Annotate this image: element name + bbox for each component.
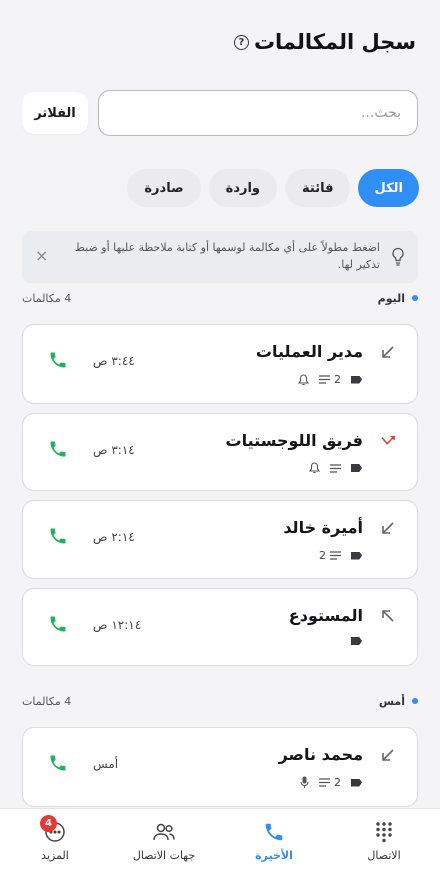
call-card[interactable]: المستودع ١٢:١٤ ص <box>22 588 418 666</box>
outgoing-arrow-icon <box>382 610 394 622</box>
call-meta <box>309 462 362 474</box>
section-count: 4 مكالمات <box>22 291 72 305</box>
notes-count: 2 <box>334 776 341 789</box>
nav-label: الأخيرة <box>255 849 293 862</box>
dialpad-icon <box>376 822 392 843</box>
section-label: أمس <box>379 695 418 708</box>
notes-icon <box>330 551 341 560</box>
tag-icon <box>351 778 362 787</box>
incoming-arrow-icon <box>382 749 394 761</box>
call-time: ٢:١٤ ص <box>93 530 135 544</box>
contact-name: مدير العمليات <box>255 342 363 361</box>
incoming-arrow-icon <box>382 346 394 358</box>
tab-all[interactable]: الكل <box>358 169 419 207</box>
tag-icon <box>351 464 362 472</box>
tag-icon <box>351 375 362 384</box>
notification-badge: 4 <box>40 815 57 832</box>
phone-icon[interactable] <box>48 753 68 773</box>
nav-more[interactable]: 4 المزيد <box>10 815 100 862</box>
phone-icon[interactable] <box>48 439 68 459</box>
tag-icon <box>351 551 362 560</box>
call-meta: 2 <box>319 549 362 562</box>
close-icon[interactable]: × <box>35 246 48 265</box>
search-box[interactable] <box>98 90 418 136</box>
section-yesterday: أمس 4 مكالمات <box>22 692 418 710</box>
mic-icon <box>300 776 309 788</box>
notes-icon <box>319 778 330 787</box>
nav-recents[interactable]: الأخيرة <box>229 821 319 862</box>
nav-label: المزيد <box>41 849 69 862</box>
section-title: أمس <box>378 694 405 708</box>
tab-outgoing[interactable]: صادرة <box>127 169 201 207</box>
call-card[interactable]: أميرة خالد 2 ٢:١٤ ص <box>22 500 418 579</box>
contact-name: المستودع <box>288 606 363 625</box>
notes-icon <box>330 463 341 473</box>
section-title: اليوم <box>377 291 405 305</box>
call-card[interactable]: مدير العمليات 2 ٣:٤٤ ص <box>22 324 418 404</box>
bottom-nav: الاتصال الأخيرة جهات الاتصال 4 المزيد <box>0 808 440 876</box>
notes-count: 2 <box>334 373 341 386</box>
call-time: ١٢:١٤ ص <box>93 618 142 632</box>
call-type-tabs: الكل فائتة واردة صادرة <box>127 169 419 207</box>
phone-icon[interactable] <box>48 526 68 546</box>
section-dot <box>412 295 418 301</box>
tab-missed[interactable]: فائتة <box>285 169 351 207</box>
filters-button[interactable]: الفلاتر <box>22 92 88 134</box>
bell-icon <box>298 373 309 385</box>
header: سجل المكالمات ? <box>24 26 416 58</box>
call-meta: 2 <box>300 776 362 789</box>
section-label: اليوم <box>378 292 418 305</box>
tag-icon <box>351 637 362 645</box>
nav-contacts[interactable]: جهات الاتصال <box>119 821 209 862</box>
phone-icon[interactable] <box>48 350 68 370</box>
notes-icon <box>319 375 330 384</box>
call-meta <box>351 637 362 645</box>
help-icon[interactable]: ? <box>233 34 249 50</box>
notes-count: 2 <box>319 549 326 562</box>
call-card[interactable]: فريق اللوجستيات ٣:١٤ ص <box>22 413 418 491</box>
call-log-screen: سجل المكالمات ? الفلاتر الكل فائتة واردة… <box>0 0 440 876</box>
contacts-icon <box>153 823 175 841</box>
section-today: اليوم 4 مكالمات <box>22 289 418 307</box>
section-count: 4 مكالمات <box>22 694 72 708</box>
lightbulb-icon <box>392 247 404 266</box>
incoming-arrow-icon <box>382 522 394 534</box>
bell-icon <box>309 462 320 474</box>
contact-name: محمد ناصر <box>278 745 363 764</box>
missed-call-icon <box>381 435 395 445</box>
tip-banner: اضغط مطولاً على أي مكالمة لوسمها أو كتاب… <box>22 231 418 283</box>
nav-label: جهات الاتصال <box>132 849 196 862</box>
call-time: ٣:٤٤ ص <box>93 354 135 368</box>
search-input[interactable] <box>115 105 401 121</box>
phone-icon <box>265 823 283 841</box>
call-card[interactable]: محمد ناصر 2 أمس <box>22 727 418 807</box>
call-time: أمس <box>93 757 119 771</box>
phone-icon[interactable] <box>48 614 68 634</box>
section-dot <box>412 698 418 704</box>
nav-label: الاتصال <box>367 849 401 862</box>
contact-name: فريق اللوجستيات <box>225 431 363 450</box>
tip-text: اضغط مطولاً على أي مكالمة لوسمها أو كتاب… <box>74 241 380 271</box>
tab-incoming[interactable]: واردة <box>208 169 278 207</box>
contact-name: أميرة خالد <box>283 518 363 537</box>
nav-dialpad[interactable]: الاتصال <box>339 821 429 862</box>
page-title: سجل المكالمات <box>253 30 416 54</box>
call-meta: 2 <box>298 373 362 386</box>
call-time: ٣:١٤ ص <box>93 443 135 457</box>
